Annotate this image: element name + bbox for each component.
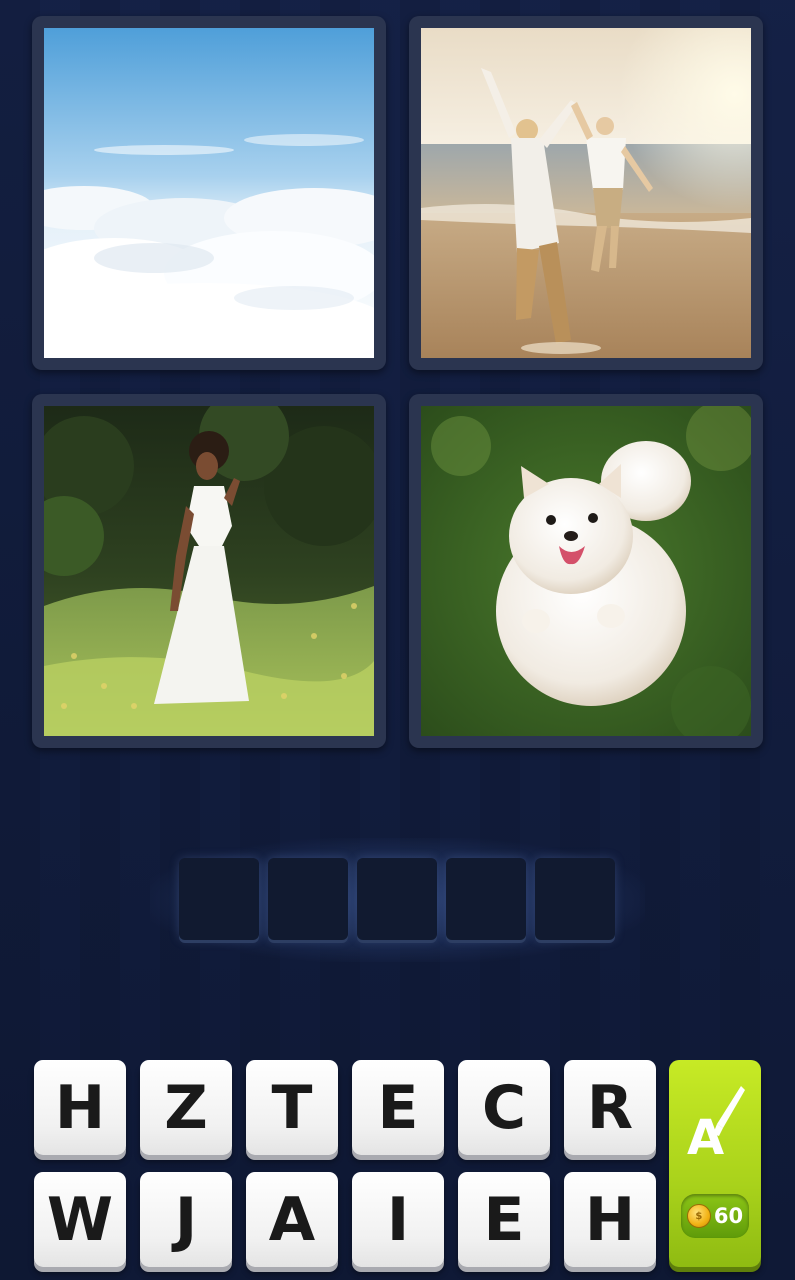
hint-cost: 60 [713,1204,744,1228]
svg-text:A: A [687,1110,724,1162]
letter-reveal-brush-icon: A [683,1082,747,1166]
picture-dog [421,406,751,736]
letter-key[interactable]: E [458,1172,550,1267]
picture-beach [421,28,751,358]
letter-key[interactable]: J [140,1172,232,1267]
letter-key[interactable]: H [34,1060,126,1155]
letter-key[interactable]: T [246,1060,338,1155]
letter-key[interactable]: A [246,1172,338,1267]
answer-slot-1[interactable] [179,858,259,940]
answer-slot-3[interactable] [357,858,437,940]
picture-3-frame [32,394,386,748]
letter-key[interactable]: W [34,1172,126,1267]
picture-clouds [44,28,374,358]
letter-key[interactable]: Z [140,1060,232,1155]
answer-slots [179,858,617,942]
picture-1-frame [32,16,386,370]
coin-icon: $ [686,1204,711,1228]
letter-key[interactable]: C [458,1060,550,1155]
reveal-letter-hint-button[interactable]: A $ 60 [669,1060,761,1267]
hint-cost-pill: $ 60 [681,1194,749,1238]
picture-field [44,406,374,736]
letter-key[interactable]: H [564,1172,656,1267]
answer-slot-5[interactable] [535,858,615,940]
picture-2-frame [409,16,763,370]
picture-4-frame [409,394,763,748]
letter-key[interactable]: R [564,1060,656,1155]
letter-key[interactable]: E [352,1060,444,1155]
letter-key[interactable]: I [352,1172,444,1267]
answer-slot-2[interactable] [268,858,348,940]
answer-slot-4[interactable] [446,858,526,940]
